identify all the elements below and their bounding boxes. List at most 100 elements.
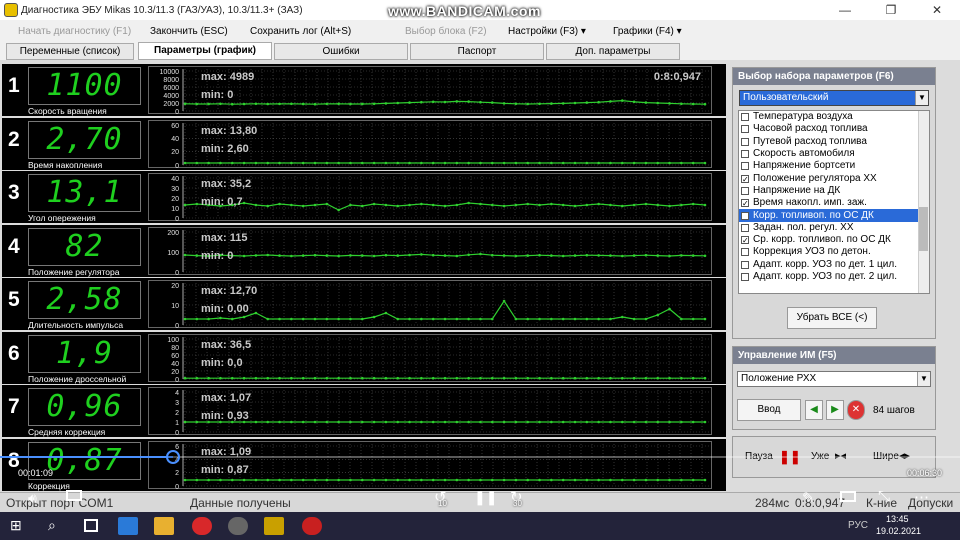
narrow-icon[interactable]: ▸◂ <box>835 449 846 462</box>
param-checklist-item[interactable]: Задан. пол. регул. ХХ <box>739 222 929 234</box>
checkbox[interactable] <box>741 113 749 122</box>
checkbox[interactable] <box>741 223 749 232</box>
series-point <box>408 317 411 321</box>
series-point <box>644 376 648 379</box>
opera-icon[interactable] <box>192 517 212 535</box>
checkbox[interactable] <box>741 137 749 146</box>
language-indicator[interactable]: РУС <box>848 520 868 531</box>
app-icon <box>4 3 18 17</box>
series-point <box>349 161 352 164</box>
series-point <box>372 161 376 164</box>
checkbox[interactable] <box>741 150 749 159</box>
pause-label[interactable]: Пауза <box>745 451 773 462</box>
series-point <box>431 478 435 481</box>
checkbox[interactable]: ✓ <box>741 199 749 208</box>
series-point <box>290 254 293 257</box>
param-checklist-item[interactable]: Адапт. корр. УОЗ по дет. 2 цил. <box>739 271 929 283</box>
stop-icon[interactable]: ✕ <box>847 400 865 420</box>
menu-graphs[interactable]: Графики (F4) ▾ <box>613 26 682 37</box>
wide-icon[interactable]: ◂▸ <box>899 449 910 462</box>
windows-start-icon[interactable]: ⊞ <box>10 517 22 534</box>
bandicam-icon[interactable] <box>302 517 322 535</box>
minimize-button[interactable]: — <box>822 0 868 20</box>
checkbox[interactable]: ✓ <box>741 174 749 183</box>
maximize-button[interactable]: ❐ <box>868 0 914 20</box>
param-checklist-item[interactable]: Коррекция УОЗ по детон. <box>739 246 929 258</box>
param-graph[interactable]: max: 1,09 min: 0,87 6 4 2 0 <box>148 440 712 491</box>
step-forward-icon[interactable]: ▶ <box>826 400 844 420</box>
checkbox[interactable] <box>741 186 749 195</box>
checkbox[interactable] <box>741 162 749 171</box>
param-set-select[interactable]: Пользовательский ▼ <box>739 90 929 106</box>
checklist-scrollbar[interactable] <box>918 111 929 293</box>
param-checklist-item[interactable]: Напряжение бортсети <box>739 160 929 172</box>
param-checklist-item[interactable]: Скорость автомобиля <box>739 148 929 160</box>
tab-extra-params[interactable]: Доп. параметры <box>546 43 680 60</box>
chevron-down-icon[interactable]: ▼ <box>915 91 928 105</box>
param-checklist-item[interactable]: Температура воздуха <box>739 111 929 123</box>
scrollbar-thumb[interactable] <box>919 207 928 251</box>
tab-parameters-graph[interactable]: Параметры (график) <box>138 42 272 60</box>
axis-tick-label: 2000 <box>163 101 179 108</box>
menu-save-log[interactable]: Сохранить лог (Alt+S) <box>250 26 351 37</box>
param-checklist-item[interactable]: Часовой расход топлива <box>739 123 929 135</box>
param-checklist-item[interactable]: ✓ Корр. топливоп. по ОС ДК <box>739 209 929 222</box>
param-checklist-item[interactable]: ✓ Положение регулятора ХХ <box>739 172 929 184</box>
param-checklist-item[interactable]: Напряжение на ДК <box>739 185 929 197</box>
mikas-app-icon[interactable] <box>264 517 284 535</box>
enter-button[interactable]: Ввод <box>737 399 801 421</box>
series-point <box>490 478 494 481</box>
narrow-label[interactable]: Уже <box>811 451 829 462</box>
menu-start-diagnostics[interactable]: Начать диагностику (F1) <box>18 26 131 37</box>
param-graph[interactable]: max: 35,2 min: 0,7 40 30 20 10 0 <box>148 173 712 223</box>
checkbox[interactable]: ✓ <box>741 236 749 245</box>
series-point <box>550 161 553 164</box>
graph-max: max: 1,09 <box>201 445 252 458</box>
file-explorer-icon[interactable] <box>154 517 174 535</box>
menu-stop[interactable]: Закончить (ESC) <box>150 26 228 37</box>
clear-all-button[interactable]: Убрать ВСЕ (<) <box>787 307 877 329</box>
checkbox[interactable] <box>741 125 749 134</box>
pause-icon[interactable]: ❚❚ <box>779 449 801 465</box>
checkbox[interactable]: ✓ <box>741 211 749 220</box>
tab-errors[interactable]: Ошибки <box>274 43 408 60</box>
desktop-app-icon[interactable] <box>118 517 138 535</box>
param-graph[interactable]: max: 1,07 min: 0,93 4 3 2 1 0 <box>148 387 712 437</box>
row-number: 7 <box>8 395 20 418</box>
param-checklist-item[interactable]: Адапт. корр. УОЗ по дет. 1 цил. <box>739 259 929 271</box>
series-point <box>254 102 258 106</box>
param-checklist-item[interactable]: Путевой расход топлива <box>739 136 929 148</box>
checkbox[interactable] <box>741 260 749 269</box>
checkbox[interactable] <box>741 273 749 281</box>
param-checklist-item[interactable]: ✓ Ср. корр. топливоп. по ОС ДК <box>739 234 929 246</box>
param-checklist-item[interactable]: ✓ Время накопл. имп. заж. <box>739 197 929 209</box>
series-point <box>219 161 222 164</box>
series-point <box>550 102 553 105</box>
series-point <box>360 420 364 424</box>
checkbox[interactable] <box>741 248 749 257</box>
actuator-select[interactable]: Положение РХХ ▼ <box>737 371 931 387</box>
series-point <box>644 202 648 206</box>
checklist-item-label: Положение регулятора ХХ <box>753 172 877 184</box>
param-graph[interactable]: max: 12,70 min: 0,00 20 10 0 <box>148 280 712 330</box>
diagnostic-app-icon[interactable] <box>228 517 248 535</box>
search-icon[interactable]: ⌕ <box>48 517 56 534</box>
menu-settings[interactable]: Настройки (F3) ▾ <box>508 26 586 37</box>
series-point <box>668 307 671 311</box>
param-graph[interactable]: max: 36,5 min: 0,0 100 80 60 40 20 0 <box>148 333 712 384</box>
chevron-down-icon[interactable]: ▼ <box>917 372 930 386</box>
close-button[interactable]: ✕ <box>914 0 960 20</box>
series-point <box>479 376 482 379</box>
task-view-icon[interactable] <box>84 519 98 532</box>
step-back-icon[interactable]: ◀ <box>805 400 823 420</box>
tab-variables-list[interactable]: Переменные (список) <box>6 43 134 60</box>
actuator-control-panel: Управление ИМ (F5) Положение РХХ ▼ Ввод … <box>732 346 936 430</box>
series-point <box>597 253 600 257</box>
tab-passport[interactable]: Паспорт <box>410 43 544 60</box>
param-graph[interactable]: max: 13,80 min: 2,60 60 40 20 0 <box>148 119 712 170</box>
param-graph[interactable]: max: 115 min: 0 200 100 0 <box>148 226 712 277</box>
param-graph[interactable]: max: 4989 min: 0 0:8:0,947 10000 8000 6000 400… <box>148 66 712 116</box>
series-point <box>349 478 352 481</box>
menu-select-block[interactable]: Выбор блока (F2) <box>405 26 487 37</box>
wide-label[interactable]: Шире <box>873 451 899 462</box>
